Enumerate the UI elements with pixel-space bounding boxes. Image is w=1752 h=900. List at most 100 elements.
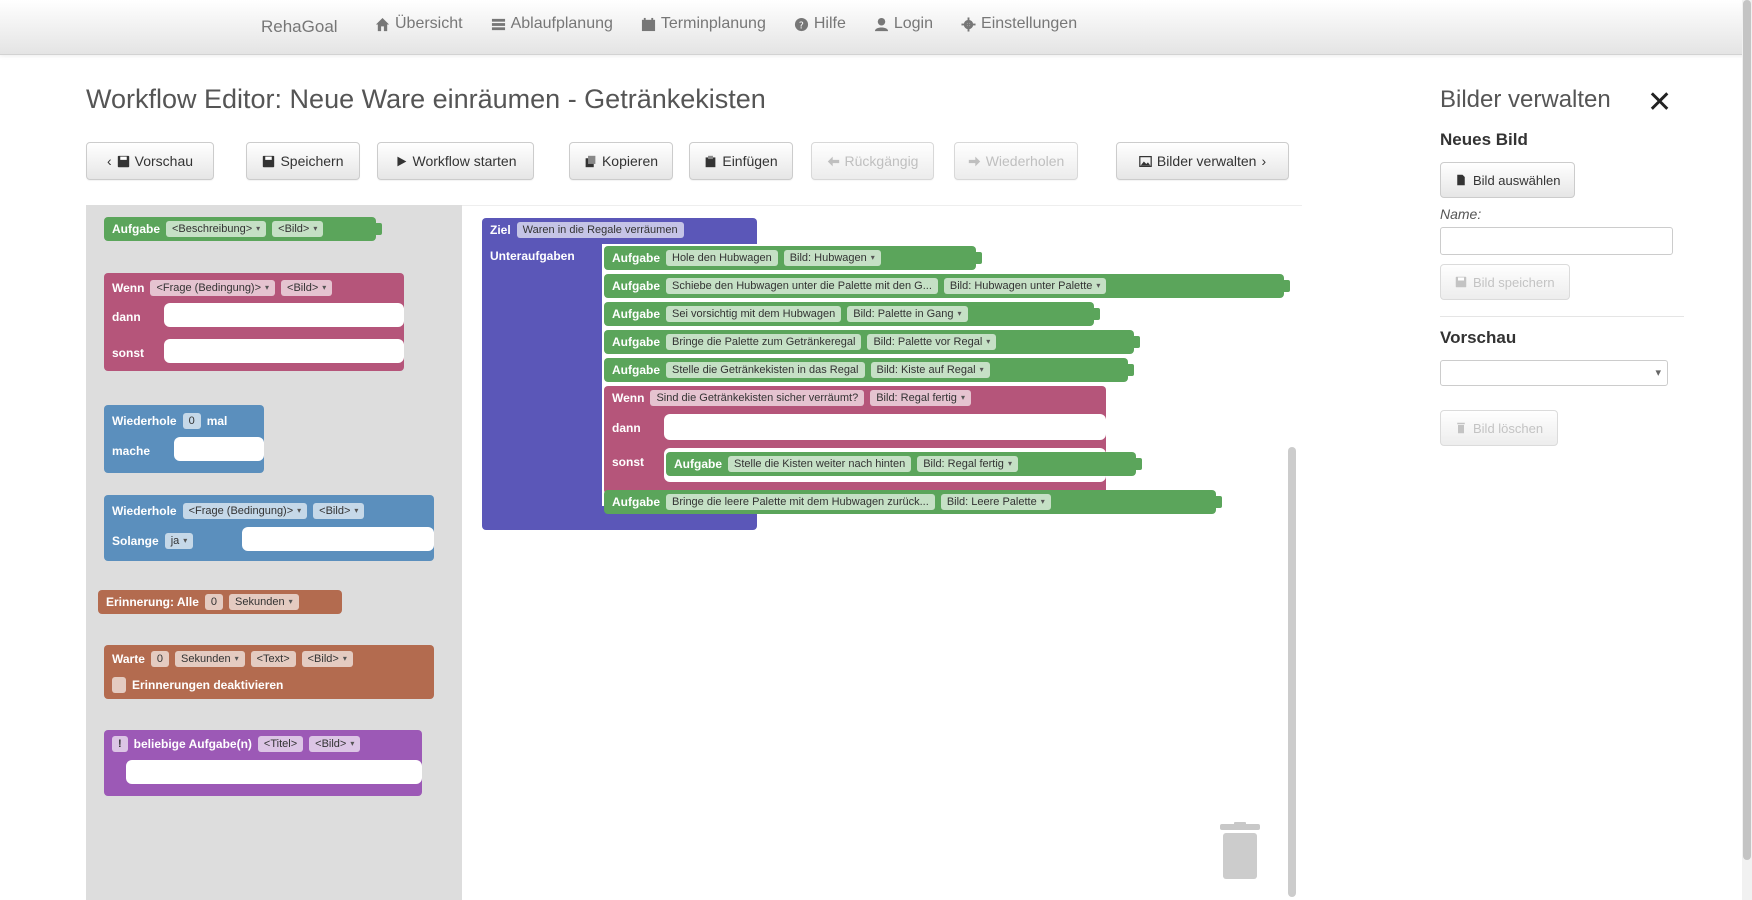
unit-dropdown[interactable]: Sekunden ▾	[175, 651, 245, 667]
task-block[interactable]: Aufgabe Sei vorsichtig mit dem Hubwagen …	[604, 302, 1100, 326]
nav-item-scheduling[interactable]: Terminplanung	[641, 15, 766, 33]
palette-repeat-while-block[interactable]: Wiederhole <Frage (Bedingung)> ▾ <Bild> ▾ …	[104, 495, 434, 561]
palette-repeat-times-block[interactable]: Wiederhole 0 mal mache	[104, 405, 264, 473]
block-connector	[1216, 496, 1222, 508]
preview-button[interactable]: ‹ Vorschau	[86, 142, 214, 180]
else-slot[interactable]	[164, 339, 404, 363]
title-field[interactable]: <Titel>	[257, 736, 304, 752]
do-label: mache	[112, 444, 151, 458]
nav-item-login[interactable]: Login	[874, 15, 933, 33]
image-field[interactable]: Bild: Palette in Gang ▾	[847, 306, 968, 322]
task-text-field[interactable]: Bringe die Palette zum Getränkeregal	[666, 334, 862, 350]
disable-reminders-checkbox[interactable]	[112, 677, 126, 693]
palette-any-task-block[interactable]: ! beliebige Aufgabe(n) <Titel> <Bild> ▾	[104, 730, 422, 796]
then-slot[interactable]	[164, 303, 404, 327]
save-button[interactable]: Speichern	[246, 142, 360, 180]
arrow-left-icon	[827, 156, 839, 166]
any-task-slot[interactable]	[126, 760, 422, 784]
dropdown-arrow-icon: ▾	[979, 365, 984, 374]
preview-label: Vorschau	[134, 153, 194, 169]
block-label: Aufgabe	[612, 363, 660, 377]
unit-dropdown[interactable]: Sekunden ▾	[229, 594, 299, 610]
do-slot[interactable]	[174, 437, 264, 461]
question-field[interactable]: Sind die Getränkekisten sicher verräumt?	[650, 390, 865, 406]
play-icon	[396, 156, 406, 166]
blockly-workspace[interactable]: Ziel Waren in die Regale verräumen Unter…	[462, 205, 1302, 900]
task-block[interactable]: Aufgabe Bringe die leere Palette mit dem…	[604, 490, 1222, 514]
image-field[interactable]: Bild: Palette vor Regal ▾	[867, 334, 997, 350]
task-block[interactable]: Aufgabe Hole den Hubwagen Bild: Hubwagen…	[604, 246, 982, 270]
nav-item-planning[interactable]: Ablaufplanung	[491, 15, 613, 33]
goal-field[interactable]: Waren in die Regale verräumen	[516, 222, 684, 238]
dropdown-arrow-icon: ▾	[342, 654, 347, 663]
palette-if-block[interactable]: Wenn <Frage (Bedingung)> ▾ <Bild> ▾ dann s…	[104, 273, 404, 371]
task-text-field[interactable]: Bringe die leere Palette mit dem Hubwage…	[666, 494, 935, 510]
close-icon[interactable]: ✕	[1647, 88, 1672, 118]
task-text-field[interactable]: Schiebe den Hubwagen unter die Palette m…	[666, 278, 938, 294]
block-label: beliebige Aufgabe(n)	[133, 737, 252, 751]
paste-label: Einfügen	[722, 153, 778, 169]
count-field[interactable]: 0	[150, 651, 170, 667]
image-field[interactable]: Bild: Leere Palette ▾	[940, 494, 1051, 510]
then-slot[interactable]	[664, 414, 1106, 440]
brand-logo[interactable]: RehaGoal	[261, 17, 338, 37]
undo-button[interactable]: Rückgängig	[811, 142, 934, 180]
count-field[interactable]: 0	[204, 594, 224, 610]
start-workflow-button[interactable]: Workflow starten	[377, 142, 534, 180]
top-navbar: RehaGoal Übersicht Ablaufplanung Terminp…	[0, 0, 1752, 55]
else-task-block[interactable]: Aufgabe Stelle die Kisten weiter nach hi…	[666, 452, 1142, 476]
dropdown-arrow-icon: ▾	[354, 506, 359, 515]
task-text-field[interactable]: Hole den Hubwagen	[666, 250, 778, 266]
nav-item-help[interactable]: ? Hilfe	[794, 15, 846, 33]
image-field[interactable]: <Bild> ▾	[281, 280, 333, 296]
page-scrollbar-thumb[interactable]	[1743, 0, 1751, 860]
redo-button[interactable]: Wiederholen	[954, 142, 1078, 180]
question-field[interactable]: <Frage (Bedingung)> ▾	[182, 503, 308, 519]
dropdown-arrow-icon: ▾	[183, 536, 188, 545]
task-text-field[interactable]: Sei vorsichtig mit dem Hubwagen	[666, 306, 842, 322]
image-name-input[interactable]	[1440, 227, 1673, 255]
save-image-label: Bild speichern	[1473, 274, 1555, 290]
count-field[interactable]: 0	[182, 413, 201, 429]
save-image-button[interactable]: Bild speichern	[1440, 264, 1570, 300]
palette-task-block[interactable]: Aufgabe <Beschreibung> ▾ <Bild> ▾	[104, 217, 382, 241]
image-field[interactable]: Bild: Hubwagen unter Palette ▾	[943, 278, 1107, 294]
image-field[interactable]: Bild: Regal fertig ▾	[917, 456, 1018, 472]
paste-button[interactable]: Einfügen	[689, 142, 793, 180]
manage-images-button[interactable]: Bilder verwalten ›	[1116, 142, 1289, 180]
condition-block[interactable]: Wenn Sind die Getränkekisten sicher verr…	[604, 386, 1106, 494]
dropdown-arrow-icon: ▾	[313, 224, 318, 233]
image-field[interactable]: Bild: Hubwagen ▾	[783, 250, 881, 266]
task-block[interactable]: Aufgabe Stelle die Getränkekisten in das…	[604, 358, 1134, 382]
delete-image-button[interactable]: Bild löschen	[1440, 410, 1559, 446]
page-scrollbar[interactable]	[1742, 0, 1752, 900]
workspace-scrollbar[interactable]	[1288, 447, 1296, 897]
palette-reminder-block[interactable]: Erinnerung: Alle 0 Sekunden ▾	[98, 590, 342, 614]
trash-icon[interactable]	[1218, 822, 1262, 882]
image-field[interactable]: <Bild> ▾	[272, 221, 324, 237]
task-block[interactable]: Aufgabe Bringe die Palette zum Getränker…	[604, 330, 1140, 354]
condition-dropdown[interactable]: ja ▾	[164, 533, 194, 549]
text-field[interactable]: <Text>	[250, 651, 296, 667]
nav-item-overview[interactable]: Übersicht	[375, 15, 463, 33]
nav-item-settings[interactable]: Einstellungen	[961, 15, 1077, 33]
image-field[interactable]: <Bild> ▾	[301, 651, 353, 667]
image-field[interactable]: Bild: Kiste auf Regal ▾	[870, 362, 990, 378]
while-slot[interactable]	[242, 527, 434, 551]
block-connector	[1136, 458, 1142, 470]
preview-select[interactable]: ▾	[1440, 360, 1668, 386]
image-field[interactable]: Bild: Regal fertig ▾	[870, 390, 971, 406]
question-field[interactable]: <Frage (Bedingung)> ▾	[150, 280, 276, 296]
palette-wait-block[interactable]: Warte 0 Sekunden ▾ <Text> <Bild> ▾ Erinner…	[104, 645, 434, 699]
copy-button[interactable]: Kopieren	[569, 142, 673, 180]
image-field[interactable]: <Bild> ▾	[309, 736, 361, 752]
choose-image-button[interactable]: Bild auswählen	[1440, 162, 1576, 198]
description-field[interactable]: <Beschreibung> ▾	[166, 221, 267, 237]
task-text-field[interactable]: Stelle die Kisten weiter nach hinten	[728, 456, 912, 472]
block-palette: Aufgabe <Beschreibung> ▾ <Bild> ▾ Wenn <Fr…	[86, 205, 462, 900]
task-block[interactable]: Aufgabe Schiebe den Hubwagen unter die P…	[604, 274, 1290, 298]
goal-label: Ziel	[490, 223, 511, 237]
image-field[interactable]: <Bild> ▾	[313, 503, 365, 519]
nav-item-label: Ablaufplanung	[510, 15, 613, 32]
task-text-field[interactable]: Stelle die Getränkekisten in das Regal	[666, 362, 865, 378]
